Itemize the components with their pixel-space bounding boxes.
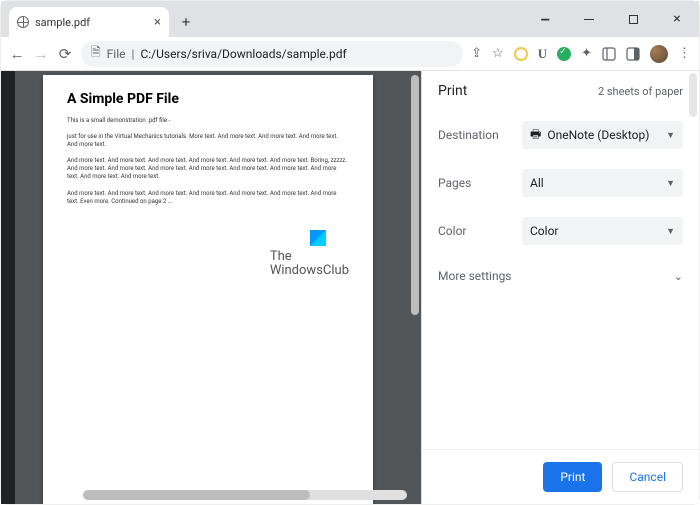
dash-icon: –: [540, 10, 550, 29]
print-button[interactable]: Print: [543, 462, 602, 492]
preview-vertical-scrollbar[interactable]: [411, 75, 419, 315]
maximize-icon: [629, 15, 638, 24]
destination-select[interactable]: 🖶 OneNote (Desktop) ▼: [522, 121, 683, 149]
url-path: C:/Users/sriva/Downloads/sample.pdf: [140, 47, 346, 61]
preview-page: A Simple PDF File This is a small demons…: [43, 75, 373, 504]
url-divider: |: [132, 47, 135, 61]
reading-list-icon[interactable]: [626, 47, 640, 61]
watermark: The WindowsClub: [270, 230, 349, 279]
doc-paragraph: And more text. And more text. And more t…: [67, 190, 349, 206]
back-button[interactable]: ←: [9, 45, 25, 63]
bookmark-icon[interactable]: ☆: [492, 46, 504, 61]
printer-icon: 🖶: [530, 125, 541, 146]
watermark-text-1: The: [270, 250, 349, 264]
window-maximize-button[interactable]: [611, 1, 655, 37]
profile-avatar[interactable]: [650, 45, 668, 63]
chevron-down-icon: ⌄: [674, 270, 683, 283]
menu-icon[interactable]: ⋮: [678, 46, 691, 61]
print-dialog-body: Destination 🖶 OneNote (Desktop) ▼ Pages …: [422, 105, 699, 303]
forward-button[interactable]: →: [33, 45, 49, 63]
panel-vertical-scrollbar[interactable]: [689, 73, 697, 117]
address-bar[interactable]: 🗎 File | C:/Users/sriva/Downloads/sample…: [81, 41, 463, 67]
doc-paragraph: just for use in the Virtual Mechanics tu…: [67, 133, 349, 149]
new-tab-button[interactable]: +: [173, 9, 199, 35]
print-dialog: Print 2 sheets of paper Destination 🖶 On…: [421, 71, 699, 504]
more-settings-toggle[interactable]: More settings ⌄: [422, 255, 699, 297]
destination-label: Destination: [438, 128, 522, 142]
toolbar-actions: ⇪ ☆ U ✦ ⋮: [471, 45, 691, 63]
more-settings-label: More settings: [438, 269, 512, 283]
window-controls: – ×: [523, 1, 699, 37]
color-select[interactable]: Color ▼: [522, 217, 683, 245]
extension-icon-grammarly[interactable]: [557, 47, 571, 61]
share-icon[interactable]: ⇪: [471, 46, 482, 61]
chevron-down-icon: ▼: [666, 178, 675, 189]
destination-row: Destination 🖶 OneNote (Desktop) ▼: [422, 111, 699, 159]
watermark-logo-icon: [310, 230, 326, 246]
pages-select[interactable]: All ▼: [522, 169, 683, 197]
browser-tab[interactable]: sample.pdf ×: [9, 7, 169, 37]
print-button-label: Print: [560, 470, 585, 484]
url-scheme-label: File: [107, 47, 126, 61]
pdf-viewer-gutter: [1, 71, 15, 504]
window-dash-button[interactable]: –: [523, 1, 567, 37]
destination-value: OneNote (Desktop): [547, 128, 649, 142]
tab-title: sample.pdf: [35, 16, 148, 29]
extensions-menu-icon[interactable]: ✦: [581, 46, 592, 61]
print-dialog-header: Print 2 sheets of paper: [422, 71, 699, 105]
pages-value: All: [530, 176, 544, 190]
sheet-count: 2 sheets of paper: [598, 85, 683, 98]
horizontal-scrollbar-track[interactable]: [83, 490, 407, 500]
doc-paragraph: And more text. And more text. And more t…: [67, 157, 349, 181]
cancel-button-label: Cancel: [629, 470, 666, 484]
content-area: A Simple PDF File This is a small demons…: [1, 71, 699, 504]
doc-paragraph: This is a small demonstration .pdf file …: [67, 117, 349, 125]
chevron-down-icon: ▼: [666, 130, 675, 141]
print-dialog-footer: Print Cancel: [422, 449, 699, 504]
chevron-down-icon: ▼: [666, 226, 675, 237]
pages-row: Pages All ▼: [422, 159, 699, 207]
browser-toolbar: ← → ⟳ 🗎 File | C:/Users/sriva/Downloads/…: [1, 37, 699, 71]
file-icon: 🗎: [91, 43, 101, 64]
minimize-icon: [584, 19, 594, 20]
extension-icon-1[interactable]: [514, 47, 528, 61]
pages-label: Pages: [438, 176, 522, 190]
globe-icon: [17, 16, 29, 28]
window-close-button[interactable]: ×: [655, 1, 699, 37]
cancel-button[interactable]: Cancel: [612, 462, 683, 492]
extension-icon-u[interactable]: U: [538, 46, 547, 62]
color-value: Color: [530, 224, 558, 238]
watermark-text-2: WindowsClub: [270, 264, 349, 278]
close-tab-icon[interactable]: ×: [154, 15, 161, 30]
color-row: Color Color ▼: [422, 207, 699, 255]
reload-button[interactable]: ⟳: [57, 45, 73, 63]
color-label: Color: [438, 224, 522, 238]
print-title: Print: [438, 83, 467, 99]
horizontal-scrollbar-thumb[interactable]: [83, 490, 310, 500]
print-preview-area: A Simple PDF File This is a small demons…: [1, 71, 421, 504]
doc-title: A Simple PDF File: [67, 91, 349, 107]
side-panel-icon[interactable]: [602, 47, 616, 61]
close-icon: ×: [673, 11, 680, 27]
window-minimize-button[interactable]: [567, 1, 611, 37]
titlebar: sample.pdf × + – ×: [1, 1, 699, 37]
